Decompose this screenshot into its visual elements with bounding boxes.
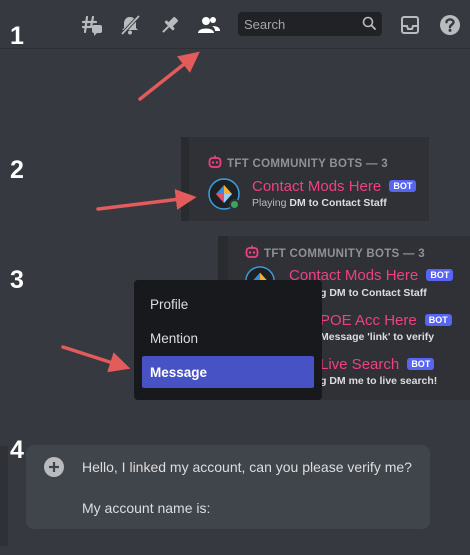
member-group-header: TFT COMMUNITY BOTS — 3 [208, 155, 388, 172]
plus-icon [49, 462, 59, 472]
member-item[interactable]: POE Acc Here BOT [320, 310, 452, 329]
member-name: Live Search [320, 356, 400, 373]
member-item[interactable]: Live Search BOT [320, 354, 435, 373]
panel-edge [181, 137, 189, 221]
member-activity: Message 'link' to verify [320, 331, 435, 343]
threads-icon[interactable] [80, 13, 104, 37]
online-status-dot [229, 199, 240, 210]
bot-badge: BOT [389, 180, 417, 192]
member-name: Contact Mods Here [252, 178, 382, 195]
bot-badge: BOT [424, 314, 452, 326]
left-strip [0, 446, 8, 546]
step-number-4: 4 [10, 436, 24, 464]
menu-item-mention[interactable]: Mention [142, 322, 314, 354]
search-icon [362, 15, 376, 34]
mute-bell-icon[interactable] [118, 13, 142, 37]
bot-badge: BOT [426, 269, 454, 281]
member-activity: g DM me to live search! [320, 375, 438, 387]
pin-icon[interactable] [158, 13, 182, 37]
member-group-label: TFT COMMUNITY BOTS — 3 [264, 247, 425, 260]
bot-role-icon [208, 155, 222, 172]
member-activity: Playing DM to Contact Staff [252, 197, 387, 209]
channel-toolbar [0, 0, 470, 50]
step-number-2: 2 [10, 156, 24, 184]
bot-badge: BOT [407, 358, 435, 370]
arrow-step-1 [138, 51, 200, 101]
member-group-label: TFT COMMUNITY BOTS — 3 [227, 157, 388, 170]
context-menu: Profile Mention Message [134, 280, 322, 400]
member-item[interactable]: Contact Mods Here BOT Playing DM to Cont… [252, 176, 417, 209]
search-input[interactable] [244, 16, 362, 32]
bot-role-icon [245, 245, 259, 262]
search-bar[interactable] [238, 12, 382, 36]
inbox-icon[interactable] [398, 13, 422, 37]
arrow-step-2 [96, 189, 197, 211]
message-line-1: Hello, I linked my account, can you plea… [82, 459, 412, 475]
message-input[interactable] [26, 445, 430, 529]
member-activity: g DM to Contact Staff [320, 287, 427, 299]
toolbar-divider [0, 48, 470, 49]
help-icon[interactable] [438, 13, 462, 37]
member-group-header: TFT COMMUNITY BOTS — 3 [245, 245, 425, 262]
menu-item-message[interactable]: Message [142, 356, 314, 388]
arrow-step-3 [61, 345, 131, 373]
step-number-3: 3 [10, 266, 24, 294]
message-line-2: My account name is: [82, 500, 211, 516]
attach-button[interactable] [44, 457, 64, 477]
member-list-icon[interactable] [197, 13, 221, 37]
member-name: POE Acc Here [320, 312, 417, 329]
menu-item-profile[interactable]: Profile [142, 288, 314, 320]
